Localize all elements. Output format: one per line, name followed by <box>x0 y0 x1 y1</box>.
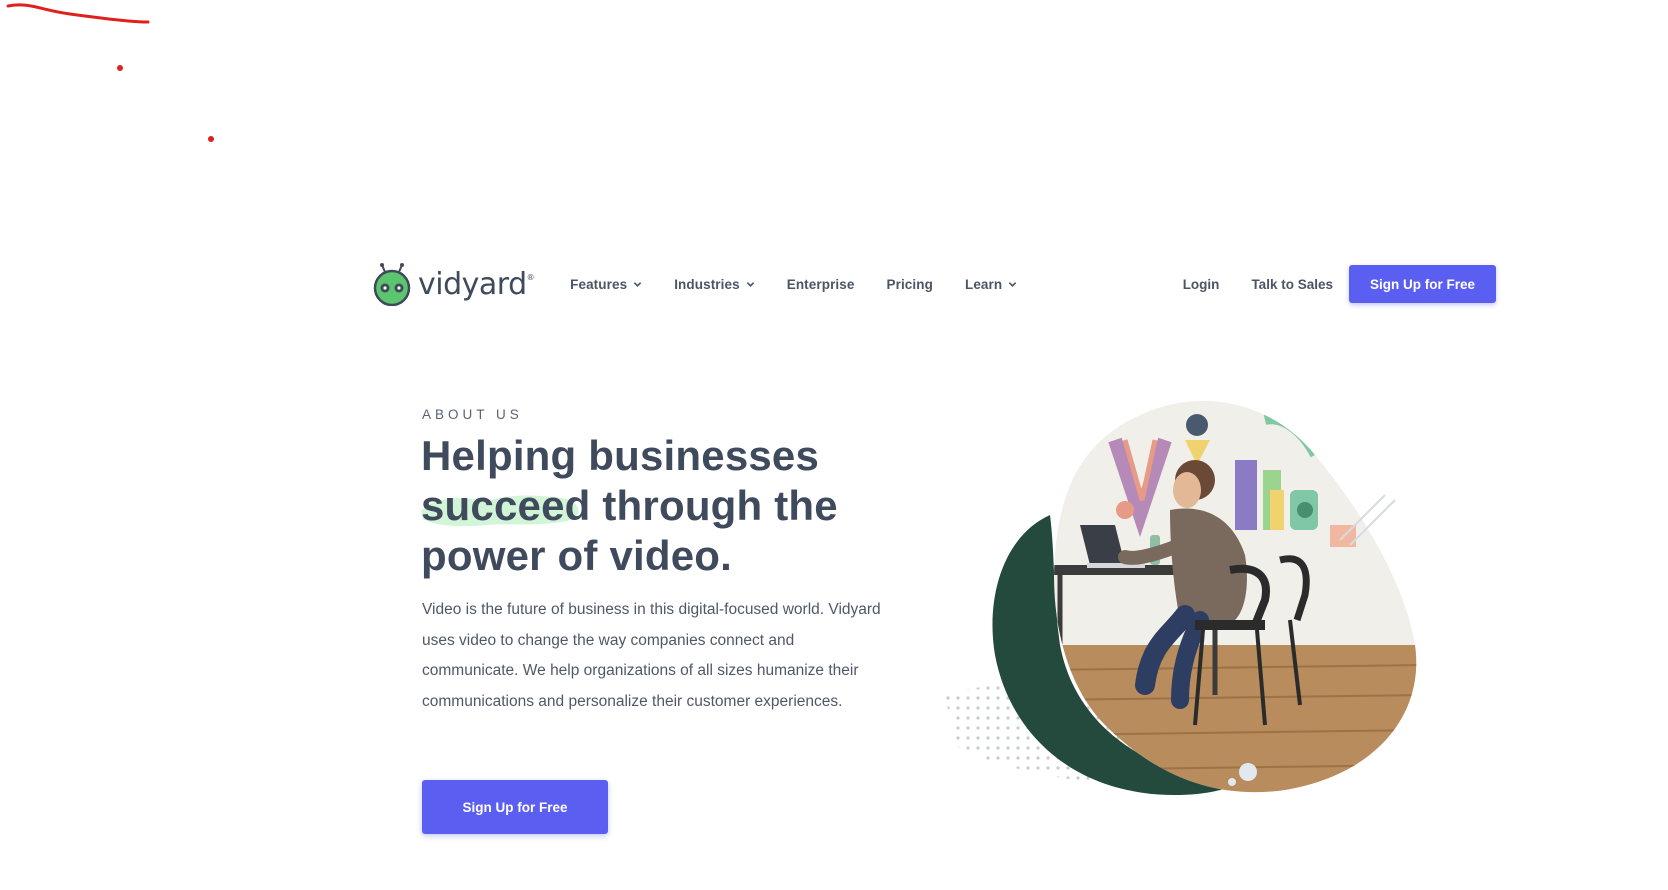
menu-pricing[interactable]: Pricing <box>887 277 933 292</box>
menu-learn-label: Learn <box>964 276 1003 292</box>
chevron-down-icon <box>633 281 642 287</box>
annotation-marks <box>6 3 214 142</box>
login-link[interactable]: Login <box>1183 277 1220 292</box>
main-menu: Features Industries Enterprise Pricing L… <box>570 277 1049 292</box>
hero-illustration <box>945 400 1417 795</box>
hero-signup-button[interactable]: Sign Up for Free <box>422 780 608 834</box>
headline-line-2: succeed through the <box>421 482 838 529</box>
menu-enterprise-label: Enterprise <box>786 276 855 292</box>
annotation-stroke <box>6 3 150 24</box>
vidyard-robot-icon <box>373 263 411 306</box>
top-navigation: vidyard® Features Industries Enterprise … <box>372 262 1496 306</box>
menu-enterprise[interactable]: Enterprise <box>787 277 855 292</box>
hero-description: Video is the future of business in this … <box>422 601 881 710</box>
nav-signup-button[interactable]: Sign Up for Free <box>1348 265 1496 303</box>
menu-pricing-label: Pricing <box>886 276 933 292</box>
annotation-dot <box>208 136 214 142</box>
account-nav: Login Talk to Sales Sign Up for Free <box>1151 265 1496 303</box>
menu-industries-label: Industries <box>674 276 740 292</box>
headline-line-3: power of video. <box>421 532 733 579</box>
chevron-down-icon <box>746 281 754 287</box>
menu-features-label: Features <box>570 276 628 292</box>
menu-industries[interactable]: Industries <box>674 277 755 292</box>
chevron-down-icon <box>1009 281 1017 287</box>
annotation-dot <box>117 65 123 71</box>
eyebrow-label: ABOUT US <box>422 407 523 422</box>
bubble <box>1239 763 1257 781</box>
headline-line-1: Helping businesses <box>421 432 820 479</box>
menu-learn[interactable]: Learn <box>965 277 1017 292</box>
logo-wordmark: vidyard® <box>418 266 535 302</box>
talk-to-sales-link[interactable]: Talk to Sales <box>1251 277 1333 292</box>
bubble <box>1228 778 1236 786</box>
page-title: Helping businesses succeed through the p… <box>421 431 921 581</box>
menu-features[interactable]: Features <box>570 277 642 292</box>
vidyard-logo[interactable]: vidyard® <box>372 262 535 306</box>
